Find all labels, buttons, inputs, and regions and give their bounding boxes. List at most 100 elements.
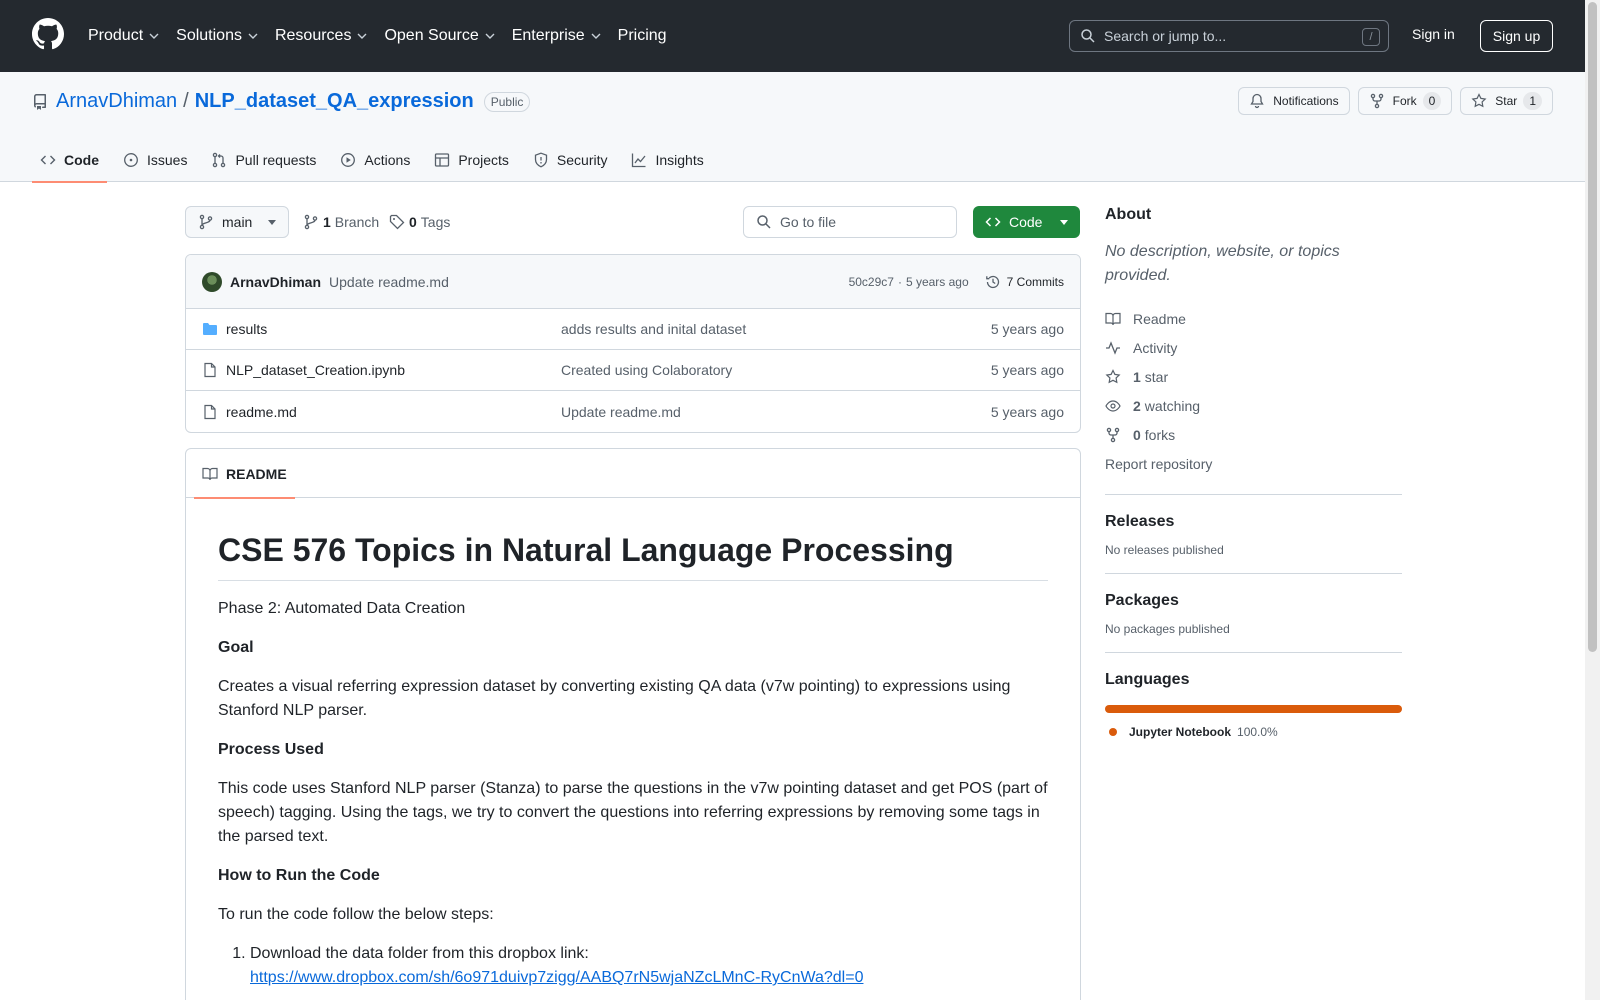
file-icon — [204, 362, 216, 378]
star-icon — [1471, 93, 1487, 108]
file-row-results[interactable]: results adds results and inital dataset … — [186, 309, 1080, 350]
search-icon — [757, 215, 771, 229]
report-repository-link[interactable]: Report repository — [1105, 449, 1402, 478]
tags-link[interactable]: 0 Tags — [389, 206, 450, 238]
readme-steps: Download the data folder from this dropb… — [250, 942, 1048, 990]
releases-heading[interactable]: Releases — [1105, 513, 1402, 531]
caret-down-icon — [268, 219, 276, 225]
latest-commit: ArnavDhiman Update readme.md 50c29c7 · 5… — [186, 255, 1080, 309]
watching-link[interactable]: 2 watching — [1105, 391, 1402, 420]
star-button[interactable]: Star 1 — [1460, 87, 1553, 115]
file-time: 5 years ago — [990, 362, 1064, 378]
notifications-button[interactable]: Notifications — [1238, 87, 1350, 115]
commit-hash[interactable]: 50c29c7 — [849, 275, 894, 289]
pull-request-icon — [213, 152, 226, 168]
forks-label: forks — [1144, 426, 1176, 443]
fork-label: Fork — [1392, 94, 1417, 108]
readme-link[interactable]: Readme — [1105, 304, 1402, 333]
search-input[interactable]: Search or jump to... / — [1069, 20, 1389, 52]
main-content: main 1 Branch 0 Tags Go to file Code Arn… — [185, 206, 1081, 1000]
stars-link[interactable]: 1 star — [1105, 362, 1402, 391]
readme-process-text: This code uses Stanford NLP parser (Stan… — [218, 780, 1048, 845]
commit-dot: · — [897, 275, 902, 289]
language-item[interactable]: Jupyter Notebook 100.0% — [1109, 725, 1402, 739]
file-name[interactable]: results — [226, 321, 267, 337]
nav-product[interactable]: Product — [88, 18, 160, 54]
repo-name-link[interactable]: NLP_dataset_QA_expression — [195, 90, 474, 113]
file-row-notebook[interactable]: NLP_dataset_Creation.ipynb Created using… — [186, 350, 1080, 391]
tab-actions[interactable]: Actions — [332, 138, 418, 182]
readme-tab[interactable]: README — [194, 449, 295, 499]
file-commit-message[interactable]: Update readme.md — [561, 404, 681, 420]
tab-pull-requests[interactable]: Pull requests — [203, 138, 324, 182]
chevron-down-icon — [149, 33, 159, 39]
tab-projects[interactable]: Projects — [426, 138, 517, 182]
nav-enterprise[interactable]: Enterprise — [512, 18, 602, 54]
language-color-dot — [1109, 728, 1117, 736]
book-icon — [1105, 312, 1121, 325]
language-name: Jupyter Notebook — [1129, 725, 1232, 739]
forks-link[interactable]: 0 forks — [1105, 420, 1402, 449]
language-percent: 100.0% — [1237, 725, 1278, 739]
readme-panel: README CSE 576 Topics in Natural Languag… — [185, 448, 1081, 1000]
branches-link[interactable]: 1 Branch — [303, 206, 379, 238]
file-name[interactable]: readme.md — [226, 404, 297, 420]
forks-count: 0 — [1133, 426, 1141, 443]
commit-message[interactable]: Update readme.md — [329, 274, 449, 290]
sign-up-button[interactable]: Sign up — [1480, 20, 1553, 52]
readme-goal-heading: Goal — [218, 639, 254, 656]
stars-label: star — [1144, 368, 1169, 385]
readme-phase: Phase 2: Automated Data Creation — [218, 600, 466, 617]
file-list: ArnavDhiman Update readme.md 50c29c7 · 5… — [185, 254, 1081, 433]
tab-code[interactable]: Code — [32, 138, 107, 183]
branch-name: main — [222, 214, 253, 230]
tab-insights-label: Insights — [655, 152, 704, 168]
activity-link[interactable]: Activity — [1105, 333, 1402, 362]
tab-code-label: Code — [64, 152, 99, 168]
readme-run-heading: How to Run the Code — [218, 867, 380, 884]
commit-author[interactable]: ArnavDhiman — [230, 274, 321, 290]
packages-heading[interactable]: Packages — [1105, 592, 1402, 610]
tab-issues-label: Issues — [147, 152, 188, 168]
table-icon — [435, 153, 450, 167]
file-commit-message[interactable]: Created using Colaboratory — [561, 362, 732, 378]
tab-insights[interactable]: Insights — [623, 138, 711, 182]
commits-link[interactable]: 7 Commits — [985, 274, 1064, 290]
file-name[interactable]: NLP_dataset_Creation.ipynb — [226, 362, 405, 378]
divider — [1105, 652, 1402, 653]
branch-count: 1 — [323, 214, 331, 230]
fork-button[interactable]: Fork 0 — [1357, 87, 1453, 115]
divider — [1105, 573, 1402, 574]
dropbox-link[interactable]: https://www.dropbox.com/sh/6o971duivp7zi… — [250, 969, 863, 986]
repo-owner-link[interactable]: ArnavDhiman — [56, 90, 177, 113]
repo-icon — [34, 93, 46, 110]
file-commit-message[interactable]: adds results and inital dataset — [561, 321, 746, 337]
scrollbar-thumb[interactable] — [1588, 2, 1597, 652]
page-scrollbar[interactable] — [1585, 0, 1600, 1000]
avatar[interactable] — [202, 271, 222, 292]
history-icon — [985, 275, 999, 289]
book-icon — [202, 467, 218, 480]
nav-open-source[interactable]: Open Source — [384, 18, 495, 54]
repo-sidebar: About No description, website, or topics… — [1105, 206, 1402, 739]
git-branch-icon — [304, 214, 318, 230]
file-row-readme[interactable]: readme.md Update readme.md 5 years ago — [186, 391, 1080, 432]
readme-tab-label: README — [226, 465, 287, 482]
tag-count: 0 — [409, 214, 417, 230]
nav-solutions[interactable]: Solutions — [176, 18, 259, 54]
tab-security[interactable]: Security — [525, 138, 616, 182]
languages-heading: Languages — [1105, 671, 1190, 688]
branch-select[interactable]: main — [185, 206, 289, 238]
tab-issues[interactable]: Issues — [115, 138, 195, 182]
nav-pricing[interactable]: Pricing — [618, 18, 667, 54]
nav-resources[interactable]: Resources — [275, 18, 368, 54]
repo-header: ArnavDhiman / NLP_dataset_QA_expression … — [0, 72, 1585, 183]
watching-label: watching — [1144, 397, 1201, 414]
github-logo-icon[interactable] — [32, 18, 64, 50]
readme-goal-text: Creates a visual referring expression da… — [218, 678, 1011, 719]
go-to-file-input[interactable]: Go to file — [743, 206, 957, 238]
sign-in-link[interactable]: Sign in — [1412, 26, 1455, 42]
tab-pull-requests-label: Pull requests — [235, 152, 317, 168]
code-dropdown-button[interactable]: Code — [973, 206, 1080, 238]
issue-icon — [124, 153, 138, 167]
